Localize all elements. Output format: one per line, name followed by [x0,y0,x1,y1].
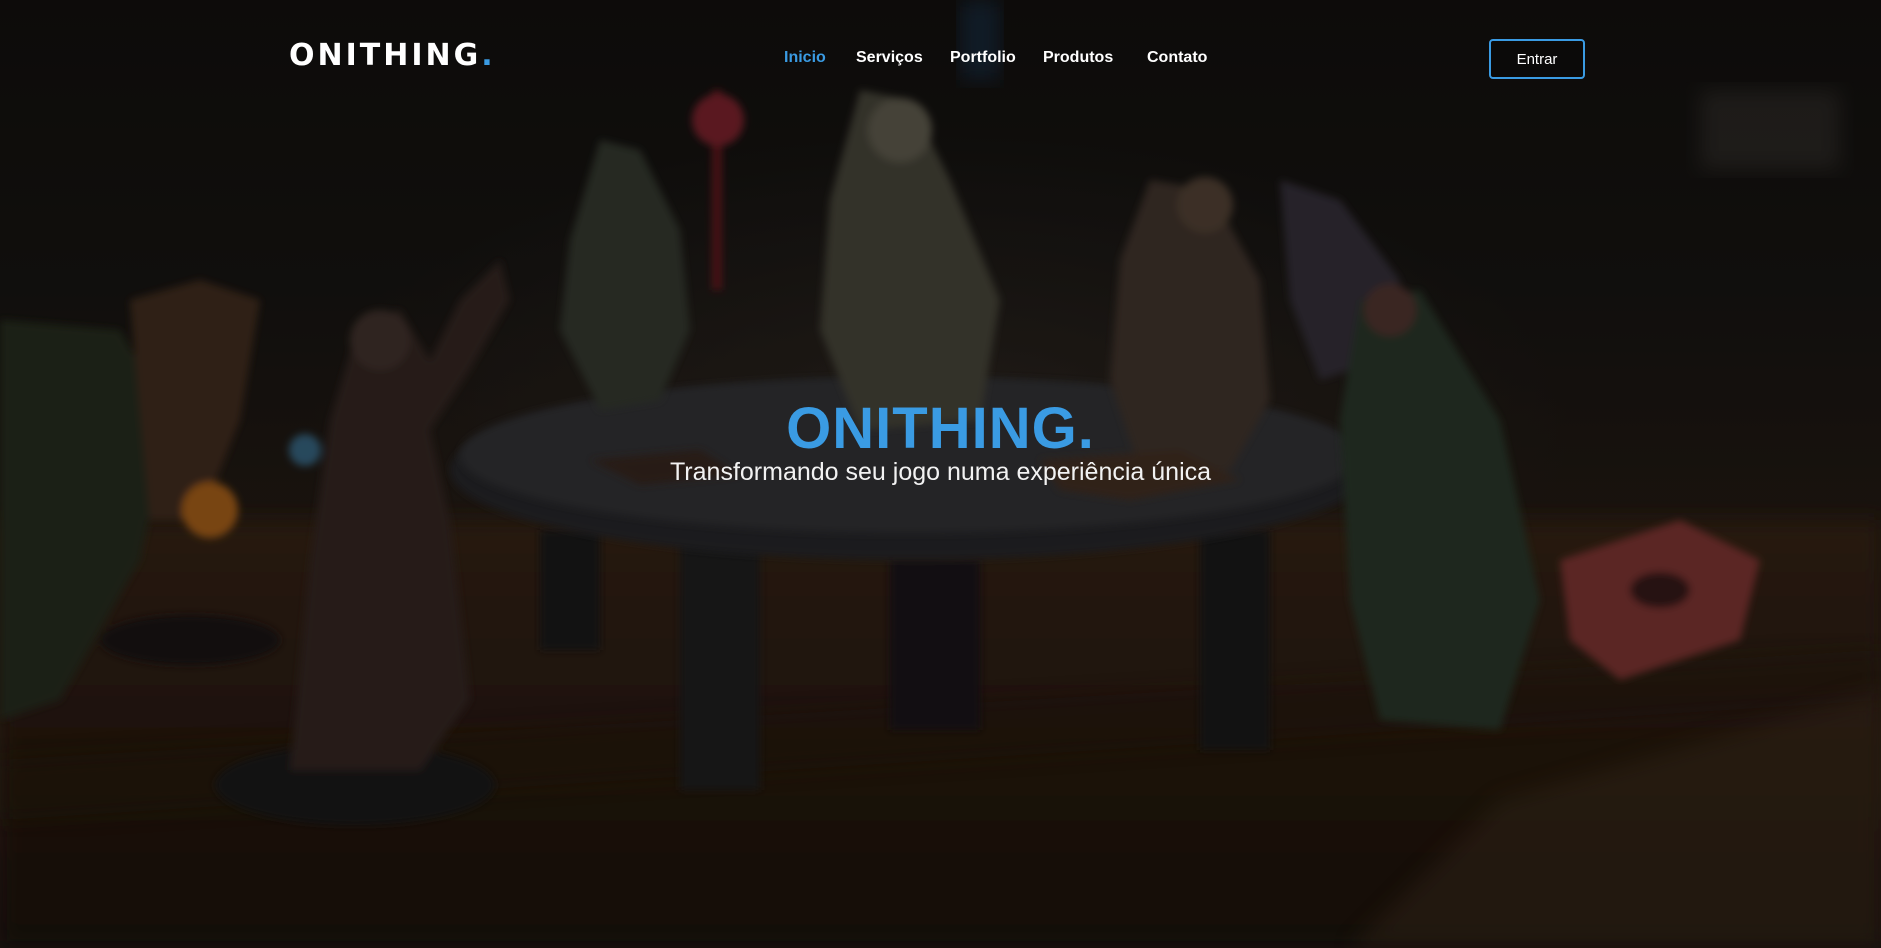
login-button[interactable]: Entrar [1489,39,1585,79]
nav-item-inicio[interactable]: Inicio [784,49,826,67]
nav-item-servicos[interactable]: Serviços [856,49,923,67]
nav-item-contato[interactable]: Contato [1147,49,1207,67]
nav-item-produtos[interactable]: Produtos [1043,49,1113,67]
logo-dot: . [481,38,496,73]
nav-item-portfolio[interactable]: Portfolio [950,49,1016,67]
hero-subtitle: Transformando seu jogo numa experiência … [669,458,1212,486]
page: ONITHING. Inicio Serviços Portfolio Prod… [0,0,1881,948]
hero-title: ONITHING. [786,395,1095,461]
logo[interactable]: ONITHING. [289,38,496,73]
navbar: ONITHING. Inicio Serviços Portfolio Prod… [0,0,1881,118]
logo-text: ONITHING [289,38,482,73]
